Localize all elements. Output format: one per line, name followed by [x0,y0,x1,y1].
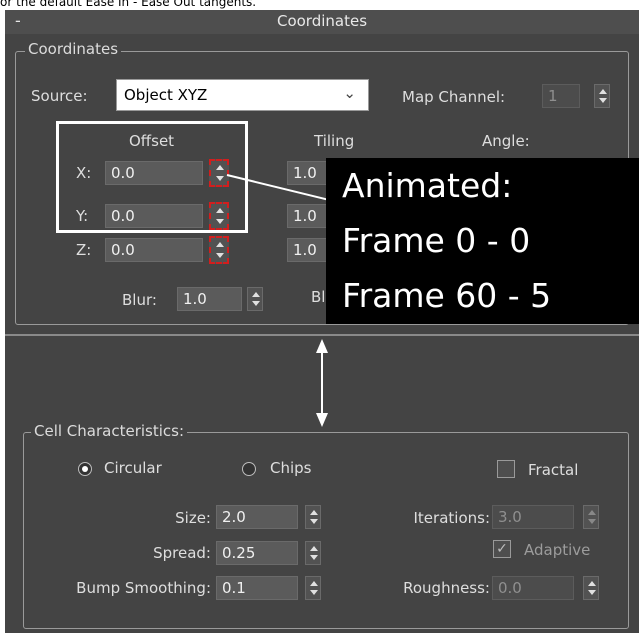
spread-label: Spread: [153,544,211,562]
size-field[interactable]: 2.0 [216,505,298,529]
rollout-divider [5,334,639,336]
spinner-up-icon [588,510,596,515]
annotation-line-animated: Animated: [342,166,513,205]
roughness-label: Roughness: [403,579,490,597]
cell-characteristics-label: Cell Characteristics: [31,422,188,440]
annotation-line-frame-60: Frame 60 - 5 [342,276,552,315]
roughness-spinner[interactable] [583,576,599,600]
size-label: Size: [175,509,211,527]
spinner-down-icon [310,519,318,524]
iterations-spinner[interactable] [583,505,599,529]
chips-label: Chips [270,459,312,477]
bump-smoothing-field[interactable]: 0.1 [216,576,298,600]
chips-radio[interactable] [242,462,256,476]
roughness-field[interactable]: 0.0 [492,576,574,600]
spread-spinner[interactable] [305,541,321,565]
resize-arrow-up-head [316,339,328,353]
spinner-down-icon [310,590,318,595]
rollout-titlebar[interactable]: - Coordinates [5,10,639,34]
rollout-title: Coordinates [276,12,368,30]
spinner-down-icon [588,590,596,595]
resize-arrow-down-head [316,413,328,427]
spinner-up-icon [310,581,318,586]
spinner-up-icon [310,546,318,551]
annotation-line-frame-0: Frame 0 - 0 [342,221,531,260]
adaptive-label: Adaptive [524,541,591,559]
iterations-field[interactable]: 3.0 [492,505,574,529]
spinner-up-icon [310,510,318,515]
spinner-down-icon [310,555,318,560]
iterations-label: Iterations: [413,509,491,527]
document-caption: or the default Ease In - Ease Out tangen… [0,0,257,9]
animation-annotation: Animated: Frame 0 - 0 Frame 60 - 5 [326,158,639,324]
bump-smoothing-label: Bump Smoothing: [76,579,211,597]
spinner-up-icon [588,581,596,586]
fractal-label: Fractal [528,461,579,479]
spread-field[interactable]: 0.25 [216,541,298,565]
circular-radio[interactable] [78,462,92,476]
circular-label: Circular [104,459,162,477]
bump-smoothing-spinner[interactable] [305,576,321,600]
size-spinner[interactable] [305,505,321,529]
adaptive-checkbox[interactable]: ✓ [493,540,511,558]
coordinates-panel: Coordinates Source: Object XYZ ⌄ Map Cha… [5,34,639,633]
fractal-checkbox[interactable] [497,460,515,478]
spinner-down-icon [588,519,596,524]
